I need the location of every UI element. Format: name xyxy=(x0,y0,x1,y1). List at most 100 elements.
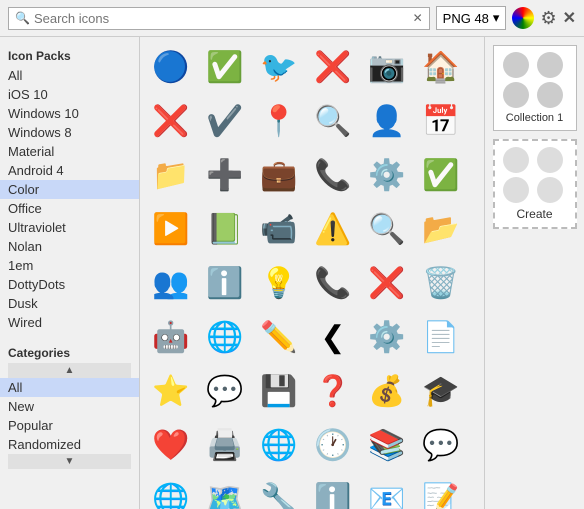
sidebar-pack-android4[interactable]: Android 4 xyxy=(0,161,139,180)
sidebar-category-popular[interactable]: Popular xyxy=(0,416,139,435)
icon-whatsapp[interactable]: 📞 xyxy=(308,151,358,201)
icon-back[interactable]: ❮ xyxy=(308,313,358,363)
icon-idea[interactable]: 💡 xyxy=(254,259,304,309)
close-box-icon: ❌ xyxy=(369,266,405,302)
trash-icon: 🗑️ xyxy=(423,266,459,302)
sidebar-category-randomized[interactable]: Randomized xyxy=(0,435,139,454)
icon-info2[interactable]: ℹ️ xyxy=(308,475,358,509)
chrome-icon: 🌐 xyxy=(207,320,243,356)
icon-group[interactable]: 👥 xyxy=(146,259,196,309)
icon-twitter[interactable]: 🐦 xyxy=(254,43,304,93)
sidebar-pack-ultraviolet[interactable]: Ultraviolet xyxy=(0,218,139,237)
icon-gmail[interactable]: 📧 xyxy=(362,475,412,509)
icon-word[interactable]: 📝 xyxy=(416,475,466,509)
clear-search-button[interactable]: ✕ xyxy=(413,11,423,25)
category-list: AllNewPopularRandomized xyxy=(0,378,139,454)
icon-info[interactable]: ℹ️ xyxy=(200,259,250,309)
star-icon: ⭐ xyxy=(153,374,189,410)
sidebar-pack-ios10[interactable]: iOS 10 xyxy=(0,85,139,104)
icon-discord[interactable]: 💬 xyxy=(416,421,466,471)
icon-save[interactable]: 💾 xyxy=(254,367,304,417)
save-icon: 💾 xyxy=(261,374,297,410)
icon-add-circle[interactable]: ➕ xyxy=(200,151,250,201)
sidebar-pack-1em[interactable]: 1em xyxy=(0,256,139,275)
icon-chrome[interactable]: 🌐 xyxy=(200,313,250,363)
create-circle-2 xyxy=(537,147,563,173)
icon-warning[interactable]: ⚠️ xyxy=(308,205,358,255)
sidebar-pack-color[interactable]: Color xyxy=(0,180,139,199)
sidebar-pack-material[interactable]: Material xyxy=(0,142,139,161)
coins-icon: 💰 xyxy=(369,374,405,410)
icon-maps[interactable]: 🗺️ xyxy=(200,475,250,509)
icon-close-box[interactable]: ❌ xyxy=(362,259,412,309)
categories-scroll-up[interactable]: ▲ xyxy=(8,363,131,378)
icon-coins[interactable]: 💰 xyxy=(362,367,412,417)
collection-circle-4 xyxy=(537,82,563,108)
categories-scroll-down[interactable]: ▼ xyxy=(8,454,131,469)
icon-folder-yellow[interactable]: 📁 xyxy=(146,151,196,201)
sidebar-pack-all[interactable]: All xyxy=(0,66,139,85)
search-input[interactable] xyxy=(34,11,409,26)
icon-question[interactable]: ❓ xyxy=(308,367,358,417)
icon-tools[interactable]: 🔧 xyxy=(254,475,304,509)
icon-check-green[interactable]: ✅ xyxy=(416,151,466,201)
icon-printer[interactable]: 🖨️ xyxy=(200,421,250,471)
icon-youtube[interactable]: ▶️ xyxy=(146,205,196,255)
icon-star[interactable]: ⭐ xyxy=(146,367,196,417)
check-circle-icon: ✅ xyxy=(207,50,243,86)
error-icon: ❌ xyxy=(315,50,351,86)
create-collection-button[interactable]: Create xyxy=(493,139,577,229)
icon-folder-open[interactable]: 📂 xyxy=(416,205,466,255)
close-button[interactable]: ✕ xyxy=(563,8,576,28)
icon-checkmark-green[interactable]: ✔️ xyxy=(200,97,250,147)
icon-youtube-red[interactable]: 📹 xyxy=(254,205,304,255)
format-dropdown[interactable]: PNG 48 ▾ xyxy=(436,6,507,30)
icon-cog[interactable]: ⚙️ xyxy=(362,313,412,363)
icon-location[interactable]: 📍 xyxy=(254,97,304,147)
group-icon: 👥 xyxy=(153,266,189,302)
icon-search[interactable]: 🔍 xyxy=(308,97,358,147)
icon-error[interactable]: ❌ xyxy=(308,43,358,93)
icon-google[interactable]: 🔍 xyxy=(362,205,412,255)
icon-home[interactable]: 🏠 xyxy=(416,43,466,93)
sidebar-pack-win10[interactable]: Windows 10 xyxy=(0,104,139,123)
icon-document[interactable]: 📄 xyxy=(416,313,466,363)
warning-icon: ⚠️ xyxy=(315,212,351,248)
info-icon: ℹ️ xyxy=(207,266,243,302)
icon-calendar[interactable]: 📅 xyxy=(416,97,466,147)
sidebar-pack-dottydots[interactable]: DottyDots xyxy=(0,275,139,294)
icon-clock[interactable]: 🕐 xyxy=(308,421,358,471)
icon-edge[interactable]: 🌐 xyxy=(254,421,304,471)
icon-edit[interactable]: ✏️ xyxy=(254,313,304,363)
icon-close-red[interactable]: ❌ xyxy=(146,97,196,147)
sidebar-category-new[interactable]: New xyxy=(0,397,139,416)
search-box[interactable]: 🔍 ✕ xyxy=(8,7,430,30)
icon-heart[interactable]: ❤️ xyxy=(146,421,196,471)
color-picker-button[interactable] xyxy=(512,7,534,29)
icon-user[interactable]: 👤 xyxy=(362,97,412,147)
main-area: Icon Packs AlliOS 10Windows 10Windows 8M… xyxy=(0,37,584,509)
sidebar-pack-office[interactable]: Office xyxy=(0,199,139,218)
icon-facebook[interactable]: 🔵 xyxy=(146,43,196,93)
icon-phone[interactable]: 📞 xyxy=(308,259,358,309)
sidebar-category-all[interactable]: All xyxy=(0,378,139,397)
sidebar-pack-nolan[interactable]: Nolan xyxy=(0,237,139,256)
icon-trash[interactable]: 🗑️ xyxy=(416,259,466,309)
sidebar-pack-dusk[interactable]: Dusk xyxy=(0,294,139,313)
icon-linkedin[interactable]: 💼 xyxy=(254,151,304,201)
settings-icon[interactable]: ⚙ xyxy=(540,8,556,29)
icon-android[interactable]: 🤖 xyxy=(146,313,196,363)
icon-graduate[interactable]: 🎓 xyxy=(416,367,466,417)
icon-excel[interactable]: 📗 xyxy=(200,205,250,255)
sidebar-pack-wired[interactable]: Wired xyxy=(0,313,139,332)
icon-messenger[interactable]: 💬 xyxy=(200,367,250,417)
add-circle-icon: ➕ xyxy=(207,158,243,194)
icon-instagram[interactable]: 📷 xyxy=(362,43,412,93)
icon-settings[interactable]: ⚙️ xyxy=(362,151,412,201)
icon-books[interactable]: 📚 xyxy=(362,421,412,471)
icon-check-circle[interactable]: ✅ xyxy=(200,43,250,93)
twitter-icon: 🐦 xyxy=(261,50,297,86)
icon-google-color[interactable]: 🌐 xyxy=(146,475,196,509)
collection-circle-1 xyxy=(503,52,529,78)
sidebar-pack-win8[interactable]: Windows 8 xyxy=(0,123,139,142)
